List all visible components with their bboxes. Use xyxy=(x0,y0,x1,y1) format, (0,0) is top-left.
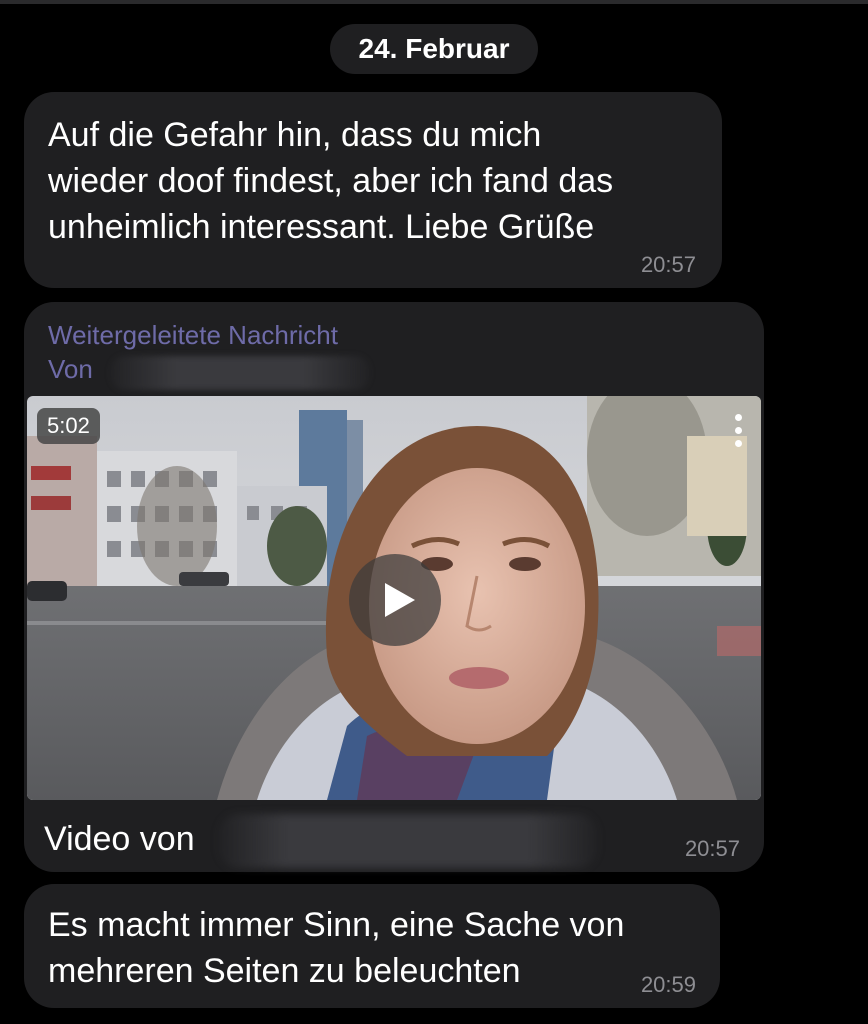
video-thumbnail[interactable]: 5:02 xyxy=(27,396,761,800)
message-bubble[interactable]: Es macht immer Sinn, eine Sache von mehr… xyxy=(24,884,720,1008)
forwarded-video-message[interactable]: Weitergeleitete Nachricht Von 5:02 Video… xyxy=(24,302,764,872)
message-bubble[interactable]: Auf die Gefahr hin, dass du mich wieder … xyxy=(24,92,722,288)
redacted-caption-name xyxy=(218,814,598,868)
redacted-sender-name xyxy=(110,356,370,390)
message-text: Auf die Gefahr hin, dass du mich wieder … xyxy=(48,116,614,246)
forwarded-label: Weitergeleitete Nachricht xyxy=(48,320,338,350)
video-duration-badge: 5:02 xyxy=(37,408,100,444)
date-separator: 24. Februar xyxy=(330,24,538,74)
forwarded-from-label[interactable]: Von xyxy=(48,354,93,385)
message-text: Es macht immer Sinn, eine Sache von mehr… xyxy=(48,906,625,990)
video-caption: Video von xyxy=(44,820,195,858)
message-timestamp: 20:57 xyxy=(684,836,740,861)
more-vertical-icon[interactable] xyxy=(735,414,745,453)
message-timestamp: 20:59 xyxy=(640,972,696,997)
message-timestamp: 20:57 xyxy=(640,252,696,277)
top-divider xyxy=(0,0,868,4)
play-icon[interactable] xyxy=(349,554,441,646)
